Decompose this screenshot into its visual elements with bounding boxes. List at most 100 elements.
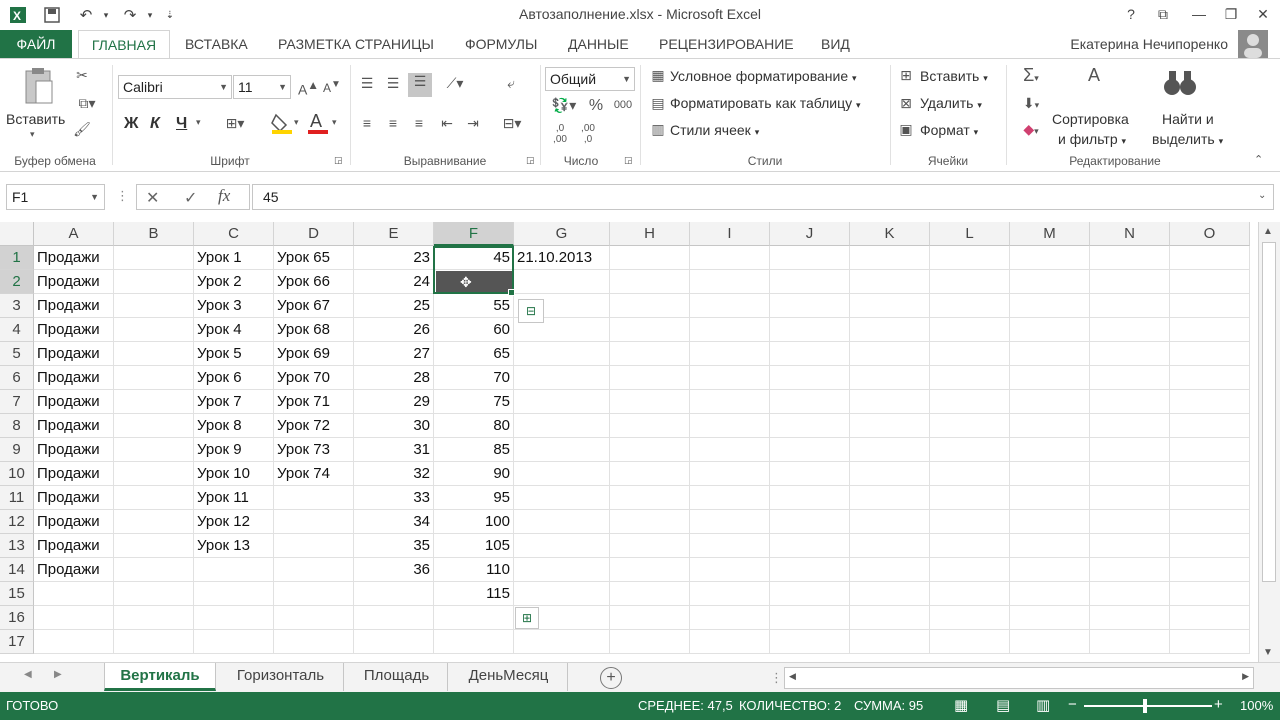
cell-n13[interactable] (1090, 534, 1170, 558)
cell-m16[interactable] (1010, 606, 1090, 630)
underline-dropdown-icon[interactable]: ▾ (196, 117, 201, 128)
cell-j6[interactable] (770, 366, 850, 390)
row-header-12[interactable]: 12 (0, 510, 34, 534)
cell-a2[interactable]: Продажи (34, 270, 114, 294)
cell-k14[interactable] (850, 558, 930, 582)
cell-i1[interactable] (690, 246, 770, 270)
cell-a14[interactable]: Продажи (34, 558, 114, 582)
cell-c13[interactable]: Урок 13 (194, 534, 274, 558)
sheet-tab-horizontal[interactable]: Горизонталь (218, 663, 344, 691)
ribbon-display-options-icon[interactable]: ⧉ (1148, 3, 1178, 25)
increase-decimal-icon[interactable]: ,0,00 (548, 123, 572, 145)
row-header-6[interactable]: 6 (0, 366, 34, 390)
zoom-out-icon[interactable]: − (1068, 696, 1077, 713)
cell-b3[interactable] (114, 294, 194, 318)
cell-e17[interactable] (354, 630, 434, 654)
format-painter-icon[interactable]: 🖌 (72, 121, 92, 138)
align-top-icon[interactable]: ☰ (356, 75, 378, 92)
delete-cells-icon[interactable]: ⊠ (896, 95, 916, 112)
cell-f16[interactable] (434, 606, 514, 630)
cell-o4[interactable] (1170, 318, 1250, 342)
prev-sheet-icon[interactable]: ◀ (24, 669, 32, 680)
cell-c10[interactable]: Урок 10 (194, 462, 274, 486)
status-count[interactable]: КОЛИЧЕСТВО: 2 (739, 698, 841, 713)
cell-j1[interactable] (770, 246, 850, 270)
cell-m3[interactable] (1010, 294, 1090, 318)
cell-f5[interactable]: 65 (434, 342, 514, 366)
cell-h16[interactable] (610, 606, 690, 630)
cell-b13[interactable] (114, 534, 194, 558)
font-color-icon[interactable]: A ▾ (306, 111, 342, 138)
sort-filter-button-line2[interactable]: и фильтр ▾ (1058, 131, 1126, 147)
cell-g8[interactable] (514, 414, 610, 438)
cell-n5[interactable] (1090, 342, 1170, 366)
cell-d17[interactable] (274, 630, 354, 654)
cell-h11[interactable] (610, 486, 690, 510)
cell-j5[interactable] (770, 342, 850, 366)
insert-function-button[interactable]: fx (218, 186, 230, 206)
cell-f4[interactable]: 60 (434, 318, 514, 342)
cell-m12[interactable] (1010, 510, 1090, 534)
cell-a17[interactable] (34, 630, 114, 654)
status-sum[interactable]: СУММА: 95 (854, 698, 923, 713)
cell-g6[interactable] (514, 366, 610, 390)
zoom-slider[interactable] (1084, 705, 1212, 707)
column-header-k[interactable]: K (850, 222, 930, 246)
restore-button[interactable]: ❐ (1216, 3, 1246, 25)
cell-h7[interactable] (610, 390, 690, 414)
column-header-j[interactable]: J (770, 222, 850, 246)
cell-o13[interactable] (1170, 534, 1250, 558)
cell-e15[interactable] (354, 582, 434, 606)
cell-f9[interactable]: 85 (434, 438, 514, 462)
cell-o1[interactable] (1170, 246, 1250, 270)
enter-icon[interactable]: ✓ (184, 188, 197, 208)
cell-n14[interactable] (1090, 558, 1170, 582)
sheet-tab-vertical[interactable]: Вертикаль (104, 663, 216, 691)
cell-l6[interactable] (930, 366, 1010, 390)
shrink-font-icon[interactable]: A▼ (322, 79, 342, 95)
underline-button[interactable]: Ч (176, 115, 187, 133)
row-header-4[interactable]: 4 (0, 318, 34, 342)
cell-o3[interactable] (1170, 294, 1250, 318)
cell-m14[interactable] (1010, 558, 1090, 582)
row-header-2[interactable]: 2 (0, 270, 34, 294)
cell-g9[interactable] (514, 438, 610, 462)
cell-j13[interactable] (770, 534, 850, 558)
bold-button[interactable]: Ж (124, 115, 138, 133)
increase-indent-icon[interactable]: ⇥ (462, 115, 484, 132)
vertical-scroll-thumb[interactable] (1262, 242, 1276, 582)
cell-o11[interactable] (1170, 486, 1250, 510)
cell-m13[interactable] (1010, 534, 1090, 558)
cell-i8[interactable] (690, 414, 770, 438)
row-header-17[interactable]: 17 (0, 630, 34, 654)
cell-c11[interactable]: Урок 11 (194, 486, 274, 510)
cell-a8[interactable]: Продажи (34, 414, 114, 438)
row-header-15[interactable]: 15 (0, 582, 34, 606)
cell-d1[interactable]: Урок 65 (274, 246, 354, 270)
close-button[interactable]: ✕ (1248, 3, 1278, 25)
orientation-icon[interactable]: ⟋▾ (438, 75, 472, 92)
new-sheet-button[interactable]: + (600, 667, 622, 689)
column-header-f[interactable]: F (434, 222, 514, 246)
decrease-decimal-icon[interactable]: ,00,0 (576, 123, 600, 145)
cell-h12[interactable] (610, 510, 690, 534)
cell-g2[interactable] (514, 270, 610, 294)
cell-h9[interactable] (610, 438, 690, 462)
cell-d6[interactable]: Урок 70 (274, 366, 354, 390)
row-header-1[interactable]: 1 (0, 246, 34, 270)
row-header-16[interactable]: 16 (0, 606, 34, 630)
cell-f3[interactable]: 55 (434, 294, 514, 318)
cell-m1[interactable] (1010, 246, 1090, 270)
cell-f10[interactable]: 90 (434, 462, 514, 486)
cell-d2[interactable]: Урок 66 (274, 270, 354, 294)
cell-n2[interactable] (1090, 270, 1170, 294)
cell-h14[interactable] (610, 558, 690, 582)
cell-l14[interactable] (930, 558, 1010, 582)
column-header-c[interactable]: C (194, 222, 274, 246)
cell-d11[interactable] (274, 486, 354, 510)
cell-l7[interactable] (930, 390, 1010, 414)
cell-d7[interactable]: Урок 71 (274, 390, 354, 414)
insert-cells-button[interactable]: Вставить ▾ (920, 68, 988, 84)
merge-center-icon[interactable]: ⊟▾ (496, 115, 528, 132)
number-dialog-launcher-icon[interactable]: ◲ (624, 155, 633, 166)
